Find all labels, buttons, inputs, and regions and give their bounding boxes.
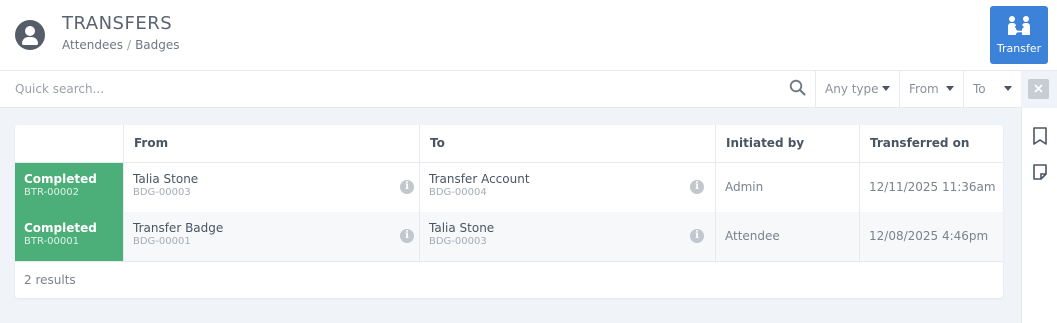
initiated-by-cell: Attendee bbox=[715, 212, 859, 261]
transfer-icon bbox=[1008, 16, 1030, 35]
from-cell: Transfer Badge BDG-00001 i bbox=[123, 212, 419, 261]
page-header: TRANSFERS Attendees / Badges Transfer bbox=[0, 0, 1057, 71]
close-icon bbox=[1034, 84, 1043, 93]
search-icon[interactable] bbox=[789, 79, 807, 97]
search-input[interactable] bbox=[0, 71, 782, 107]
to-name: Transfer Account bbox=[429, 172, 530, 186]
column-header-initiated-by[interactable]: Initiated by bbox=[715, 125, 859, 163]
status-label: Completed bbox=[24, 172, 97, 186]
to-filter-label: To bbox=[973, 82, 986, 96]
initiated-by-cell: Admin bbox=[715, 163, 859, 212]
from-filter-dropdown[interactable]: From bbox=[899, 71, 963, 107]
column-header-status bbox=[15, 125, 123, 163]
breadcrumb-badges: Badges bbox=[135, 38, 180, 52]
transfer-id: BTR-00001 bbox=[24, 236, 79, 247]
status-badge: Completed BTR-00002 bbox=[15, 163, 123, 212]
to-badge: BDG-00004 bbox=[429, 187, 487, 198]
page-title: TRANSFERS bbox=[62, 13, 173, 34]
table-row[interactable]: Completed BTR-00001 Transfer Badge BDG-0… bbox=[15, 212, 1003, 261]
results-count: 2 results bbox=[15, 261, 1003, 298]
breadcrumb: Attendees / Badges bbox=[62, 38, 180, 52]
from-name: Talia Stone bbox=[133, 172, 199, 186]
status-badge: Completed BTR-00001 bbox=[15, 212, 123, 261]
from-cell: Talia Stone BDG-00003 i bbox=[123, 163, 419, 212]
breadcrumb-attendees[interactable]: Attendees bbox=[62, 38, 123, 52]
status-label: Completed bbox=[24, 221, 97, 235]
transfers-table: From To Initiated by Transferred on Comp… bbox=[15, 125, 1003, 298]
table-row[interactable]: Completed BTR-00002 Talia Stone BDG-0000… bbox=[15, 163, 1003, 212]
to-badge: BDG-00003 bbox=[429, 236, 487, 247]
type-filter-dropdown[interactable]: Any type bbox=[815, 71, 899, 107]
column-header-transferred-on[interactable]: Transferred on bbox=[859, 125, 1003, 163]
right-sidebar bbox=[1021, 108, 1057, 323]
column-header-from[interactable]: From bbox=[123, 125, 419, 163]
user-icon bbox=[15, 20, 45, 50]
info-icon[interactable]: i bbox=[690, 229, 704, 243]
clear-filters-button[interactable] bbox=[1028, 79, 1049, 99]
column-header-to[interactable]: To bbox=[419, 125, 715, 163]
to-filter-dropdown[interactable]: To bbox=[963, 71, 1021, 107]
info-icon[interactable]: i bbox=[400, 180, 414, 194]
to-cell: Transfer Account BDG-00004 i bbox=[419, 163, 715, 212]
filter-bar: Any type From To bbox=[0, 71, 1021, 108]
caret-down-icon bbox=[946, 86, 954, 91]
transferred-on-cell: 12/08/2025 4:46pm bbox=[859, 212, 1003, 261]
to-name: Talia Stone bbox=[429, 221, 495, 235]
caret-down-icon bbox=[882, 86, 890, 91]
bookmark-icon[interactable] bbox=[1031, 126, 1049, 146]
from-name: Transfer Badge bbox=[133, 221, 224, 235]
info-icon[interactable]: i bbox=[690, 180, 704, 194]
from-filter-label: From bbox=[909, 82, 939, 96]
note-icon[interactable] bbox=[1031, 162, 1049, 182]
info-icon[interactable]: i bbox=[400, 229, 414, 243]
from-badge: BDG-00001 bbox=[133, 236, 191, 247]
transfer-button[interactable]: Transfer bbox=[990, 6, 1048, 64]
transferred-on-cell: 12/11/2025 11:36am bbox=[859, 163, 1003, 212]
transfer-id: BTR-00002 bbox=[24, 187, 79, 198]
type-filter-label: Any type bbox=[825, 82, 879, 96]
to-cell: Talia Stone BDG-00003 i bbox=[419, 212, 715, 261]
transfer-button-label: Transfer bbox=[996, 42, 1042, 55]
from-badge: BDG-00003 bbox=[133, 187, 191, 198]
caret-down-icon bbox=[1004, 86, 1012, 91]
breadcrumb-separator: / bbox=[127, 38, 132, 52]
